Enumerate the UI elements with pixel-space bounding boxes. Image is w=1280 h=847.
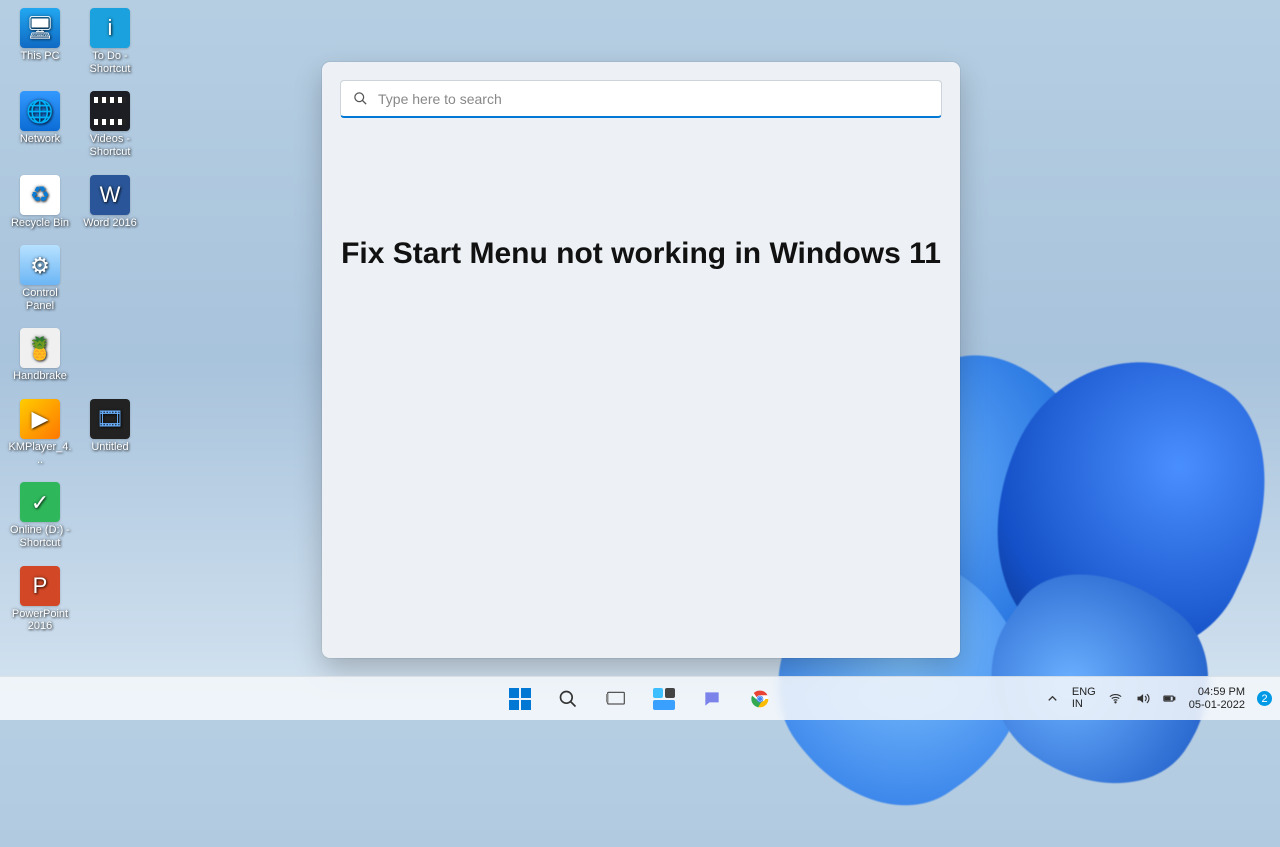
taskbar-center [500,681,780,717]
icon-label: PowerPoint 2016 [8,608,72,633]
app-icon: 🎞 [90,399,130,439]
search-input[interactable] [378,91,929,107]
desktop-icon[interactable]: 🖥 This PC [8,8,72,75]
search-icon [353,91,368,106]
search-icon [558,689,578,709]
chat-icon [702,689,722,709]
desktop-icon[interactable]: 🎞 Untitled [78,399,142,466]
chrome-button[interactable] [740,681,780,717]
desktop-icon[interactable]: ✓Online (D:) - Shortcut [8,482,72,549]
app-icon: 🍍 [20,328,60,368]
icon-label: To Do - Shortcut [78,50,142,75]
app-icon: i [90,8,130,48]
app-icon: ⚙ [20,245,60,285]
taskbar: ENG IN 04:59 PM 05-01-2022 2 [0,676,1280,720]
task-view-icon [606,689,626,709]
desktop-icon[interactable]: iTo Do - Shortcut [78,8,142,75]
icon-label: Videos - Shortcut [78,133,142,158]
icon-label: Network [20,133,60,146]
icon-label: Untitled [91,441,128,454]
windows-logo-icon [509,688,531,710]
desktop-icon[interactable]: PPowerPoint 2016 [8,566,72,633]
start-menu-popup: Fix Start Menu not working in Windows 11 [322,62,960,658]
language-indicator[interactable]: ENG IN [1072,687,1096,710]
caption-text: Fix Start Menu not working in Windows 11 [340,234,942,275]
battery-icon[interactable] [1162,691,1177,706]
language-bottom: IN [1072,699,1096,711]
language-top: ENG [1072,687,1096,699]
chat-button[interactable] [692,681,732,717]
app-icon: ♻ [20,175,60,215]
widgets-icon [653,688,675,710]
app-icon: ▶ [20,399,60,439]
icon-label: Recycle Bin [11,217,69,230]
desktop-icon[interactable]: ♻ Recycle Bin [8,175,72,230]
app-icon [90,91,130,131]
app-icon: 🖥 [20,8,60,48]
widgets-button[interactable] [644,681,684,717]
system-tray: ENG IN 04:59 PM 05-01-2022 2 [1045,686,1280,710]
desktop-icon[interactable]: ⚙Control Panel [8,245,72,312]
start-button[interactable] [500,681,540,717]
clock-date: 05-01-2022 [1189,699,1245,711]
tray-chevron-up-icon[interactable] [1045,691,1060,706]
app-icon: W [90,175,130,215]
icon-label: Control Panel [8,287,72,312]
desktop-icon[interactable]: W Word 2016 [78,175,142,230]
desktop-icon[interactable]: ▶KMPlayer_4... [8,399,72,466]
icon-label: This PC [20,50,59,63]
app-icon: ✓ [20,482,60,522]
desktop-icon-grid: 🖥 This PC iTo Do - Shortcut 🌐 Network Videos … [8,8,142,633]
desktop-icon[interactable]: Videos - Shortcut [78,91,142,158]
chrome-icon [750,689,770,709]
volume-icon[interactable] [1135,691,1150,706]
clock[interactable]: 04:59 PM 05-01-2022 [1189,686,1245,710]
taskbar-search-button[interactable] [548,681,588,717]
icon-label: Word 2016 [83,217,137,230]
icon-label: KMPlayer_4... [8,441,72,466]
app-icon: P [20,566,60,606]
desktop-icon[interactable]: 🌐 Network [8,91,72,158]
wifi-icon[interactable] [1108,691,1123,706]
notification-badge[interactable]: 2 [1257,691,1272,706]
icon-label: Handbrake [13,370,67,383]
desktop-icon[interactable]: 🍍 Handbrake [8,328,72,383]
start-search-bar[interactable] [340,80,942,118]
app-icon: 🌐 [20,91,60,131]
icon-label: Online (D:) - Shortcut [8,524,72,549]
task-view-button[interactable] [596,681,636,717]
clock-time: 04:59 PM [1189,686,1245,698]
